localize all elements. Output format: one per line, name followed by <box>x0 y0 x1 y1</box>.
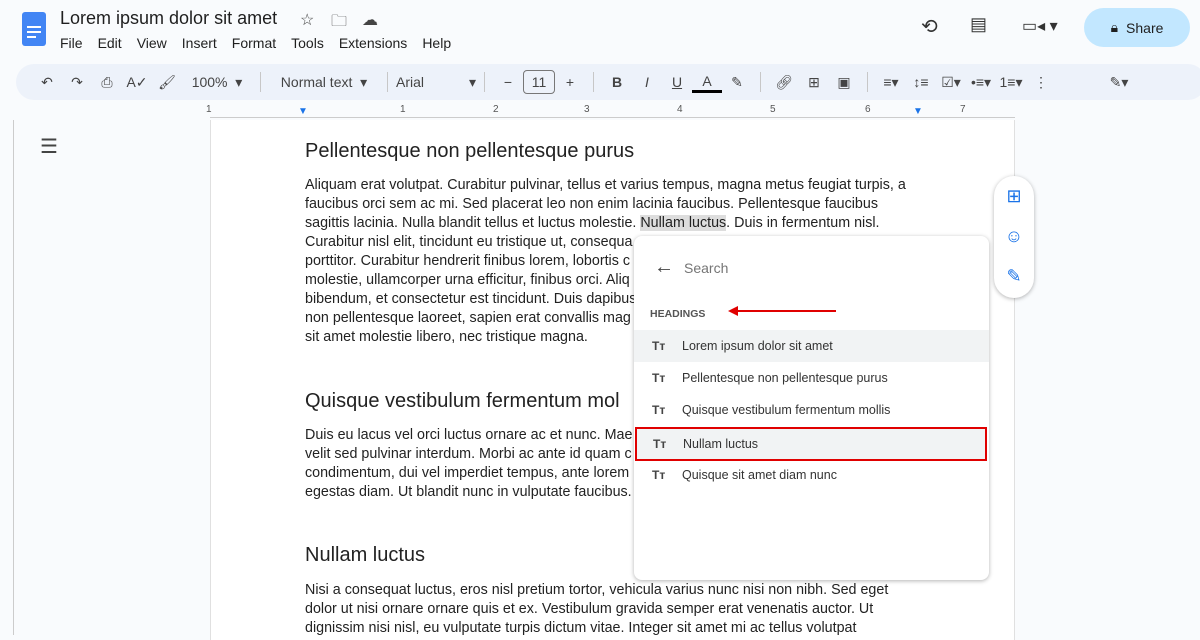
lock-icon: 🔒︎ <box>1110 19 1119 35</box>
cloud-status-icon[interactable]: ☁ <box>362 10 378 30</box>
heading-option[interactable]: Tт Lorem ipsum dolor sit amet <box>634 330 989 362</box>
document-title[interactable]: Lorem ipsum dolor sit amet <box>60 8 277 29</box>
link-headings-popup: ← HEADINGS TтLorem ipsum dolor sit amet … <box>634 236 989 580</box>
font-select[interactable]: Arial ▾ <box>396 68 476 96</box>
meet-icon[interactable]: ▭◂ ▾ <box>1022 16 1058 36</box>
checklist-icon[interactable]: ☑▾ <box>936 68 966 96</box>
menu-help[interactable]: Help <box>422 35 451 51</box>
share-button[interactable]: 🔒︎ Share <box>1084 8 1190 47</box>
font-size-input[interactable]: 11 <box>523 70 555 94</box>
heading-icon: Tт <box>652 403 666 417</box>
section-label: HEADINGS <box>650 308 706 320</box>
menu-file[interactable]: File <box>60 35 83 51</box>
style-select[interactable]: Normal text ▾ <box>269 68 379 96</box>
annotation-arrow <box>728 306 838 316</box>
star-icon[interactable]: ☆ <box>300 10 314 30</box>
redo-icon[interactable]: ↷ <box>62 68 92 96</box>
paint-format-icon[interactable]: 🖌︎ <box>152 68 182 96</box>
docs-logo[interactable] <box>22 12 46 46</box>
heading: Nullam luctus <box>305 544 426 566</box>
history-icon[interactable]: ⟲ <box>921 14 938 39</box>
menu-format[interactable]: Format <box>232 35 276 51</box>
link-icon[interactable]: 🔗︎ <box>769 68 799 96</box>
indent-marker: ▼ <box>298 106 308 117</box>
paragraph: Duis eu lacus vel orci luctus ornare ac … <box>305 427 633 500</box>
more-icon[interactable]: ⋮ <box>1026 68 1056 96</box>
underline-icon[interactable]: U <box>662 68 692 96</box>
comments-icon[interactable]: ▤ <box>970 14 987 35</box>
add-comment-icon[interactable]: ⊞ <box>799 68 829 96</box>
undo-icon[interactable]: ↶ <box>32 68 62 96</box>
heading-option[interactable]: Tт Quisque vestibulum fermentum mollis <box>634 394 989 426</box>
line-spacing-icon[interactable]: ↕≡ <box>906 68 936 96</box>
side-actions: ⊞ ☺ ✎ <box>994 176 1034 298</box>
italic-icon[interactable]: I <box>632 68 662 96</box>
menu-bar: File Edit View Insert Format Tools Exten… <box>60 35 451 51</box>
menu-view[interactable]: View <box>137 35 167 51</box>
selected-text: Nullam luctus <box>640 215 727 231</box>
text-color-icon[interactable]: A <box>692 71 722 93</box>
move-folder-icon[interactable]: 🗀 <box>331 10 347 37</box>
heading-icon: Tт <box>653 437 667 451</box>
add-comment-icon[interactable]: ⊞ <box>994 176 1034 216</box>
outline-icon[interactable]: ☰ <box>40 134 58 159</box>
menu-tools[interactable]: Tools <box>291 35 324 51</box>
heading-icon: Tт <box>652 371 666 385</box>
bulleted-list-icon[interactable]: •≡▾ <box>966 68 996 96</box>
decrease-font-size-button[interactable]: − <box>493 68 523 96</box>
editing-mode-icon[interactable]: ✎▾ <box>1104 68 1134 96</box>
print-icon[interactable]: ⎙ <box>92 68 122 96</box>
heading: Quisque vestibulum fermentum mol <box>305 390 620 412</box>
spellcheck-icon[interactable]: A✓ <box>122 68 152 96</box>
suggest-edit-icon[interactable]: ✎ <box>994 256 1034 296</box>
search-input[interactable] <box>684 256 964 280</box>
heading-option[interactable]: Tт Pellentesque non pellentesque purus <box>634 362 989 394</box>
increase-font-size-button[interactable]: + <box>555 68 585 96</box>
highlight-icon[interactable]: ✎ <box>722 68 752 96</box>
heading: Pellentesque non pellentesque purus <box>305 140 635 162</box>
heading-icon: Tт <box>652 468 666 482</box>
ruler[interactable]: 1 ▼ 1 2 3 4 5 6 ▼ 7 <box>206 104 1015 118</box>
menu-extensions[interactable]: Extensions <box>339 35 407 51</box>
menu-edit[interactable]: Edit <box>98 35 122 51</box>
bold-icon[interactable]: B <box>602 68 632 96</box>
numbered-list-icon[interactable]: 1≡▾ <box>996 68 1026 96</box>
heading-icon: Tт <box>652 339 666 353</box>
right-indent-marker: ▼ <box>913 106 923 117</box>
back-arrow-icon[interactable]: ← <box>654 256 674 279</box>
menu-insert[interactable]: Insert <box>182 35 217 51</box>
zoom-select[interactable]: 100% ▾ <box>182 68 252 96</box>
insert-image-icon[interactable]: ▣ <box>829 68 859 96</box>
heading-option-selected[interactable]: Tт Nullam luctus <box>635 427 987 461</box>
emoji-icon[interactable]: ☺ <box>994 216 1034 256</box>
vertical-ruler <box>0 120 14 635</box>
align-icon[interactable]: ≡▾ <box>876 68 906 96</box>
paragraph: Nisi a consequat luctus, eros nisl preti… <box>305 582 889 636</box>
toolbar: ↶ ↷ ⎙ A✓ 🖌︎ 100% ▾ Normal text ▾ Arial ▾ … <box>16 64 1200 100</box>
heading-option[interactable]: Tт Quisque sit amet diam nunc <box>634 459 989 491</box>
